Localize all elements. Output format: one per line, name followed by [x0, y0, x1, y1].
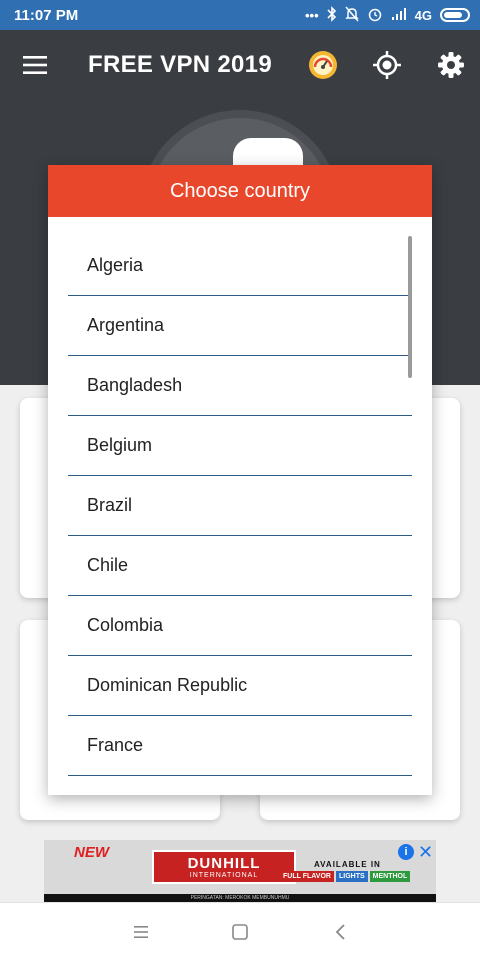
ad-tag: MENTHOL: [369, 871, 411, 882]
country-item[interactable]: Belgium: [68, 416, 412, 476]
scrollbar[interactable]: [408, 236, 412, 378]
close-icon[interactable]: ✕: [418, 842, 433, 863]
ad-tags: FULL FLAVOR LIGHTS MENTHOL: [280, 871, 411, 882]
ad-badge: NEW: [74, 844, 109, 861]
country-item[interactable]: France: [68, 716, 412, 776]
country-name: Colombia: [87, 615, 164, 635]
recent-apps-icon: [134, 926, 148, 938]
more-notifications-icon: •••: [305, 7, 319, 23]
country-name: Brazil: [87, 495, 133, 515]
menu-button[interactable]: [0, 30, 70, 100]
country-name: France: [87, 735, 144, 755]
app-title: FREE VPN 2019: [88, 51, 272, 78]
alarm-icon: [367, 6, 383, 25]
speedometer-icon: [309, 51, 337, 79]
mute-icon: [344, 6, 359, 25]
country-name: Argentina: [87, 315, 165, 335]
home-button[interactable]: [229, 921, 251, 943]
back-button[interactable]: [330, 921, 352, 943]
status-time: 11:07 PM: [14, 6, 79, 24]
location-target-icon: [373, 51, 401, 79]
country-item[interactable]: Bangladesh: [68, 356, 412, 416]
bluetooth-icon: [327, 5, 337, 25]
status-icons: ••• 4G: [305, 5, 470, 25]
choose-country-dialog: Choose country Algeria Argentina Banglades…: [48, 165, 432, 795]
country-name: Belgium: [87, 435, 153, 455]
country-name: Bangladesh: [87, 375, 183, 395]
settings-button[interactable]: [433, 47, 469, 83]
ad-brand-logo: DUNHILL INTERNATIONAL: [152, 850, 296, 884]
location-button[interactable]: [369, 47, 405, 83]
signal-icon: [391, 7, 407, 24]
back-icon: [335, 924, 345, 940]
country-list[interactable]: Algeria Argentina Bangladesh Belgium Brazil C…: [68, 236, 412, 776]
speed-test-button[interactable]: [305, 47, 341, 83]
country-item[interactable]: Colombia: [68, 596, 412, 656]
home-icon: [232, 924, 248, 940]
ad-available-text: AVAILABLE IN: [314, 860, 381, 869]
status-bar: 11:07 PM ••• 4G: [0, 0, 480, 30]
ad-warning: PERINGATAN: MEROKOK MEMBUNUHMU: [44, 894, 436, 902]
country-name: Algeria: [87, 255, 144, 275]
gear-icon: [438, 52, 464, 78]
ad-banner[interactable]: NEW DUNHILL INTERNATIONAL AVAILABLE IN F…: [44, 840, 436, 902]
ad-brand: DUNHILL: [187, 855, 261, 872]
ad-brand-sub: INTERNATIONAL: [189, 872, 259, 879]
ad-tag: LIGHTS: [335, 871, 368, 882]
info-icon[interactable]: i: [398, 844, 414, 860]
country-item[interactable]: Chile: [68, 536, 412, 596]
toolbar: FREE VPN 2019: [0, 30, 480, 100]
country-item[interactable]: Dominican Republic: [68, 656, 412, 716]
dialog-title: Choose country: [48, 165, 432, 217]
menu-icon: [23, 56, 47, 74]
recent-apps-button[interactable]: [130, 921, 152, 943]
battery-icon: [440, 8, 470, 22]
network-type: 4G: [414, 7, 432, 23]
country-name: Dominican Republic: [87, 675, 248, 695]
ad-tag: FULL FLAVOR: [280, 871, 334, 882]
country-item[interactable]: Algeria: [68, 236, 412, 296]
country-item[interactable]: Brazil: [68, 476, 412, 536]
system-nav-bar: [0, 902, 480, 960]
country-item[interactable]: Argentina: [68, 296, 412, 356]
country-name: Chile: [87, 555, 129, 575]
